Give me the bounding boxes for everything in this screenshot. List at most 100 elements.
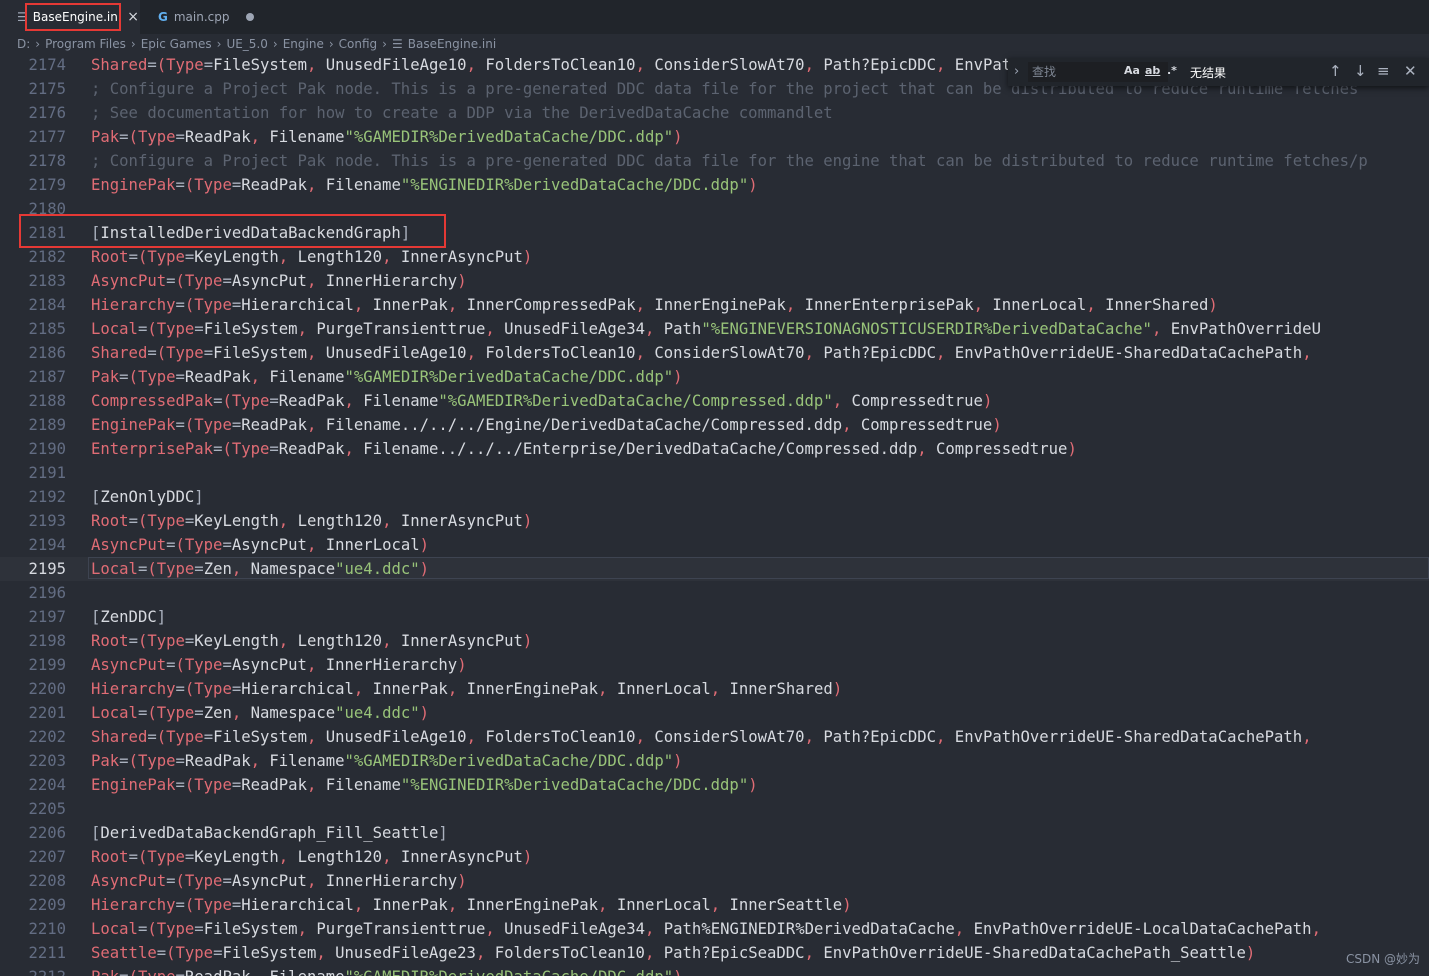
unsaved-dot-icon[interactable] — [245, 13, 254, 21]
whole-word-icon[interactable]: ab — [1145, 64, 1160, 77]
line-code[interactable]: Pak=(Type=ReadPak, Filename"%GAMEDIR%Der… — [91, 125, 683, 149]
code-line[interactable]: 2198 Root=(Type=KeyLength, Length120, Inn… — [0, 629, 1429, 653]
code-line[interactable]: 2177 Pak=(Type=ReadPak, Filename"%GAMEDIR… — [0, 125, 1429, 149]
line-code[interactable]: Local=(Type=Zen, Namespace"ue4.ddc") — [91, 701, 429, 725]
code-line[interactable]: 2182 Root=(Type=KeyLength, Length120, Inn… — [0, 245, 1429, 269]
line-code[interactable]: EnginePak=(Type=ReadPak, Filename"%ENGIN… — [91, 773, 758, 797]
code-line[interactable]: 2187 Pak=(Type=ReadPak, Filename"%GAMEDIR… — [0, 365, 1429, 389]
line-code[interactable]: Hierarchy=(Type=Hierarchical, InnerPak, … — [91, 677, 842, 701]
arrow-down-icon[interactable]: ↓ — [1354, 62, 1367, 80]
code-line[interactable]: 2200 Hierarchy=(Type=Hierarchical, InnerP… — [0, 677, 1429, 701]
line-code[interactable]: Local=(Type=Zen, Namespace"ue4.ddc") — [91, 557, 429, 581]
code-line[interactable]: 2192 [ZenOnlyDDC] — [0, 485, 1429, 509]
regex-icon[interactable]: .* — [1167, 64, 1177, 77]
breadcrumb-item[interactable]: BaseEngine.ini — [408, 37, 496, 51]
code-line[interactable]: 2206 [DerivedDataBackendGraph_Fill_Seattl… — [0, 821, 1429, 845]
breadcrumb-item[interactable]: Engine — [283, 37, 324, 51]
line-number: 2191 — [28, 464, 66, 482]
code-line[interactable]: 2208 AsyncPut=(Type=AsyncPut, InnerHierar… — [0, 869, 1429, 893]
find-in-selection-icon[interactable]: ≡ — [1377, 62, 1390, 80]
code-line[interactable]: 2185 Local=(Type=FileSystem, PurgeTransie… — [0, 317, 1429, 341]
find-result: 无结果 — [1190, 66, 1227, 80]
code-line[interactable]: 2212 Pak=(Type=ReadPak, Filename"%GAMEDIR… — [0, 965, 1429, 976]
line-code[interactable]: Hierarchy=(Type=Hierarchical, InnerPak, … — [91, 893, 852, 917]
arrow-up-icon[interactable]: ↑ — [1329, 62, 1342, 80]
line-code[interactable]: Shared=(Type=FileSystem, UnusedFileAge10… — [91, 341, 1312, 365]
code-line[interactable]: 2179 EnginePak=(Type=ReadPak, Filename"%E… — [0, 173, 1429, 197]
code-line[interactable]: 2209 Hierarchy=(Type=Hierarchical, InnerP… — [0, 893, 1429, 917]
code-line[interactable]: 2195 Local=(Type=Zen, Namespace"ue4.ddc") — [0, 557, 1429, 581]
code-line[interactable]: 2183 AsyncPut=(Type=AsyncPut, InnerHierar… — [0, 269, 1429, 293]
line-code[interactable]: Root=(Type=KeyLength, Length120, InnerAs… — [91, 509, 532, 533]
line-code[interactable]: Local=(Type=FileSystem, PurgeTransienttr… — [91, 917, 1321, 941]
code-line[interactable]: 2211 Seattle=(Type=FileSystem, UnusedFile… — [0, 941, 1429, 965]
line-code[interactable]: AsyncPut=(Type=AsyncPut, InnerHierarchy) — [91, 269, 467, 293]
line-code[interactable]: Hierarchy=(Type=Hierarchical, InnerPak, … — [91, 293, 1218, 317]
code-line[interactable]: 2202 Shared=(Type=FileSystem, UnusedFileA… — [0, 725, 1429, 749]
chevron-right-icon: › — [130, 37, 136, 51]
code-line[interactable]: 2196 — [0, 581, 1429, 605]
line-code[interactable]: AsyncPut=(Type=AsyncPut, InnerHierarchy) — [91, 869, 467, 893]
chevron-right-icon: › — [272, 37, 278, 51]
code-line[interactable]: 2197 [ZenDDC] — [0, 605, 1429, 629]
line-code[interactable]: [ZenDDC] — [91, 605, 166, 629]
code-line[interactable]: 2207 Root=(Type=KeyLength, Length120, Inn… — [0, 845, 1429, 869]
line-code[interactable]: AsyncPut=(Type=AsyncPut, InnerLocal) — [91, 533, 429, 557]
menu-lines-icon: ☰ — [391, 37, 403, 51]
code-line[interactable]: 2205 — [0, 797, 1429, 821]
line-code[interactable]: Pak=(Type=ReadPak, Filename"%GAMEDIR%Der… — [91, 965, 683, 976]
breadcrumb-item[interactable]: Program Files — [45, 37, 126, 51]
close-icon[interactable]: ✕ — [1404, 62, 1417, 80]
breadcrumb-item[interactable]: UE_5.0 — [226, 37, 267, 51]
line-code[interactable]: Root=(Type=KeyLength, Length120, InnerAs… — [91, 629, 532, 653]
line-number: 2189 — [28, 416, 66, 434]
code-line[interactable]: 2189 EnginePak=(Type=ReadPak, Filename../… — [0, 413, 1429, 437]
line-code[interactable]: Shared=(Type=FileSystem, UnusedFileAge10… — [91, 725, 1312, 749]
line-code[interactable]: Root=(Type=KeyLength, Length120, InnerAs… — [91, 845, 532, 869]
close-icon[interactable]: × — [127, 9, 139, 25]
line-code[interactable]: ; See documentation for how to create a … — [91, 101, 833, 125]
breadcrumb-item[interactable]: Epic Games — [141, 37, 212, 51]
code-line[interactable]: 2204 EnginePak=(Type=ReadPak, Filename"%E… — [0, 773, 1429, 797]
chevron-right-icon: › — [35, 37, 41, 51]
line-code[interactable]: EnginePak=(Type=ReadPak, Filename"%ENGIN… — [91, 173, 758, 197]
line-code[interactable]: Seattle=(Type=FileSystem, UnusedFileAge2… — [91, 941, 1255, 965]
line-code[interactable]: ; Configure a Project Pak node. This is … — [91, 149, 1368, 173]
line-code[interactable]: EnginePak=(Type=ReadPak, Filename../../.… — [91, 413, 1002, 437]
line-code[interactable]: [DerivedDataBackendGraph_Fill_Seattle] — [91, 821, 448, 845]
line-number: 2174 — [28, 56, 66, 74]
code-line[interactable]: 2199 AsyncPut=(Type=AsyncPut, InnerHierar… — [0, 653, 1429, 677]
code-line[interactable]: 2178 ; Configure a Project Pak node. This… — [0, 149, 1429, 173]
code-editor[interactable]: 2174 Shared=(Type=FileSystem, UnusedFileA… — [0, 54, 1429, 976]
line-number: 2193 — [28, 512, 66, 530]
line-code[interactable]: Root=(Type=KeyLength, Length120, InnerAs… — [91, 245, 532, 269]
line-code[interactable]: [ZenOnlyDDC] — [91, 485, 204, 509]
chevron-right-icon: › — [216, 37, 222, 51]
tab-main-cpp[interactable]: G main.cpp — [140, 0, 270, 34]
code-line[interactable]: 2203 Pak=(Type=ReadPak, Filename"%GAMEDIR… — [0, 749, 1429, 773]
code-line[interactable]: 2176 ; See documentation for how to creat… — [0, 101, 1429, 125]
code-line[interactable]: 2190 EnterprisePak=(Type=ReadPak, Filenam… — [0, 437, 1429, 461]
match-case-icon[interactable]: Aa — [1124, 64, 1140, 77]
line-code[interactable]: CompressedPak=(Type=ReadPak, Filename"%G… — [91, 389, 992, 413]
code-line[interactable]: 2186 Shared=(Type=FileSystem, UnusedFileA… — [0, 341, 1429, 365]
code-line[interactable]: 2188 CompressedPak=(Type=ReadPak, Filenam… — [0, 389, 1429, 413]
line-number: 2195 — [28, 560, 66, 578]
breadcrumb-item[interactable]: Config — [339, 37, 378, 51]
code-line[interactable]: 2184 Hierarchy=(Type=Hierarchical, InnerP… — [0, 293, 1429, 317]
line-code[interactable]: AsyncPut=(Type=AsyncPut, InnerHierarchy) — [91, 653, 467, 677]
line-number: 2182 — [28, 248, 66, 266]
chevron-right-icon[interactable]: › — [1014, 64, 1019, 79]
code-line[interactable]: 2191 — [0, 461, 1429, 485]
chevron-right-icon: › — [382, 37, 387, 51]
line-code[interactable]: Pak=(Type=ReadPak, Filename"%GAMEDIR%Der… — [91, 365, 683, 389]
line-code[interactable]: Pak=(Type=ReadPak, Filename"%GAMEDIR%Der… — [91, 749, 683, 773]
breadcrumb-item[interactable]: D: — [17, 37, 30, 51]
code-line[interactable]: 2193 Root=(Type=KeyLength, Length120, Inn… — [0, 509, 1429, 533]
code-line[interactable]: 2210 Local=(Type=FileSystem, PurgeTransie… — [0, 917, 1429, 941]
line-code[interactable]: Local=(Type=FileSystem, PurgeTransienttr… — [91, 317, 1321, 341]
line-code[interactable]: EnterprisePak=(Type=ReadPak, Filename../… — [91, 437, 1077, 461]
code-line[interactable]: 2201 Local=(Type=Zen, Namespace"ue4.ddc") — [0, 701, 1429, 725]
line-number: 2202 — [28, 728, 66, 746]
code-line[interactable]: 2194 AsyncPut=(Type=AsyncPut, InnerLocal) — [0, 533, 1429, 557]
